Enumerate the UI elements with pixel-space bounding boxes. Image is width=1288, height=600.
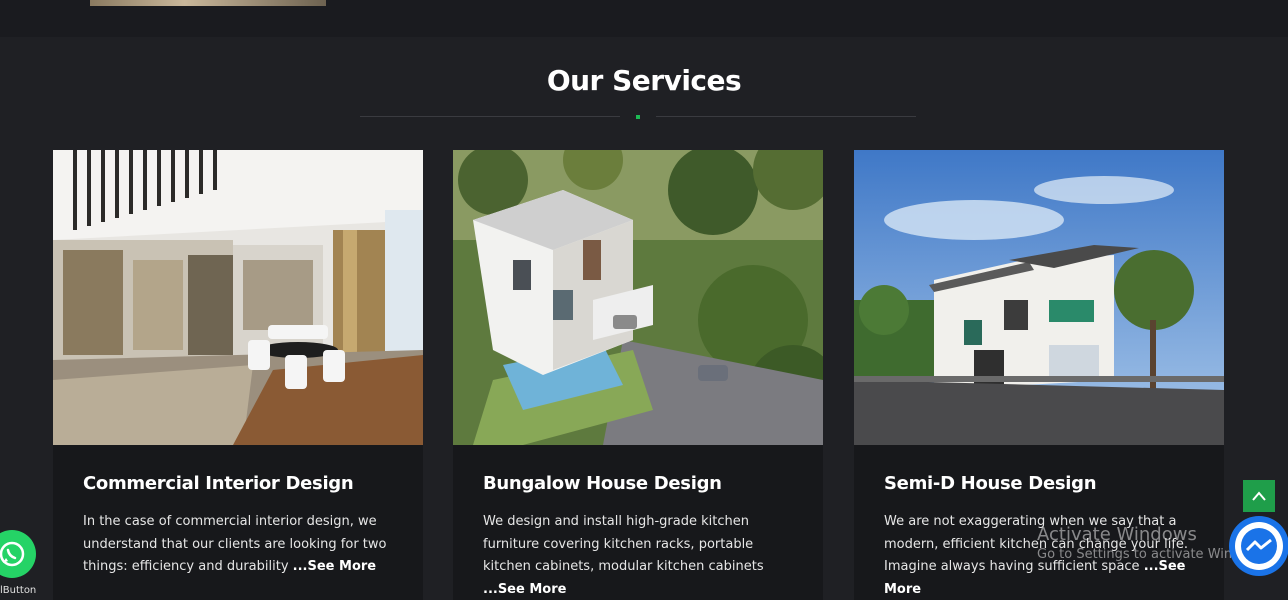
messenger-icon	[1235, 522, 1283, 570]
card-description: We are not exaggerating when we say that…	[884, 514, 1189, 597]
whatsapp-chat-button[interactable]	[0, 530, 36, 578]
previous-section-image	[90, 0, 326, 6]
card-title: Bungalow House Design	[483, 473, 722, 494]
whatsapp-button-label: lButton	[0, 585, 37, 596]
bungalow-aerial-photo[interactable]	[453, 150, 823, 445]
top-bar	[0, 0, 1288, 37]
card-title: Commercial Interior Design	[83, 473, 354, 494]
card-title: Semi-D House Design	[884, 473, 1097, 494]
office-interior-photo[interactable]	[53, 150, 423, 445]
title-divider-right	[656, 116, 916, 117]
title-divider-left	[360, 116, 620, 117]
service-card-bungalow[interactable]: Bungalow House Design We design and inst…	[453, 150, 823, 600]
section-title: Our Services	[546, 64, 742, 97]
scroll-to-top-button[interactable]	[1243, 480, 1275, 512]
title-divider-dot	[636, 115, 640, 119]
see-more-link[interactable]: ...See More	[483, 582, 566, 597]
semi-d-house-photo[interactable]	[854, 150, 1224, 445]
whatsapp-icon	[0, 541, 25, 567]
service-card-semi-d[interactable]: Semi-D House Design We are not exaggerat…	[854, 150, 1224, 600]
service-card-commercial[interactable]: Commercial Interior Design In the case o…	[53, 150, 423, 600]
see-more-link[interactable]: ...See More	[293, 559, 376, 574]
messenger-chat-button[interactable]	[1229, 516, 1288, 576]
chevron-up-icon	[1252, 491, 1266, 501]
card-description: In the case of commercial interior desig…	[83, 514, 387, 574]
card-description: We design and install high-grade kitchen…	[483, 514, 764, 597]
